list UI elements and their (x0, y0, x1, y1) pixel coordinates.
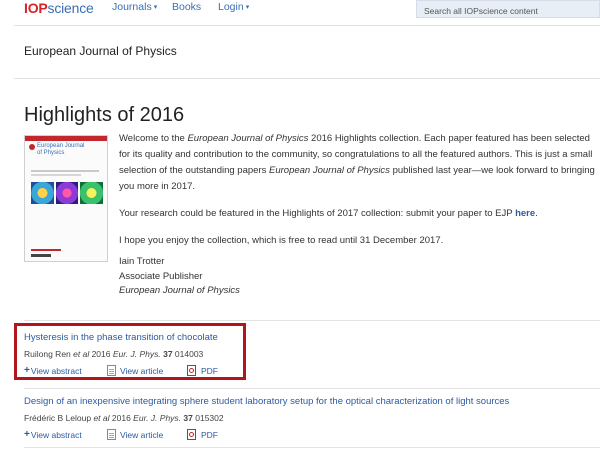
signature: Iain Trotter Associate Publisher Europea… (119, 255, 240, 299)
cover-artwork (31, 182, 104, 204)
intro-text: Welcome to the European Journal of Physi… (119, 131, 595, 260)
chevron-down-icon: ▾ (153, 4, 158, 11)
nav-journals[interactable]: Journals ▾ (112, 1, 157, 13)
search-box (416, 0, 600, 19)
articles-divider (24, 320, 600, 321)
nav-journals-label: Journals (112, 1, 152, 13)
cover-art-2 (55, 182, 79, 204)
cover-title-line2: of Physics (37, 149, 65, 156)
nav-login[interactable]: Login ▾ (218, 1, 249, 13)
view-abstract-link[interactable]: + View abstract (24, 429, 82, 440)
article-divider (24, 388, 600, 389)
signature-journal: European Journal of Physics (119, 285, 240, 296)
pdf-icon (187, 429, 197, 440)
highlight-annotation-box (14, 323, 246, 380)
nav-books-label: Books (172, 1, 202, 13)
cover-meta-line-2 (31, 174, 81, 176)
cover-title: European Journal of Physics (37, 143, 84, 156)
signature-role: Associate Publisher (119, 270, 203, 282)
document-icon (107, 429, 116, 440)
article-journal: Eur. J. Phys. (133, 413, 182, 423)
pdf-label: PDF (201, 429, 218, 440)
intro-paragraph-2: Your research could be featured in the H… (119, 206, 595, 222)
plus-icon: + (24, 429, 30, 440)
article-links: + View abstract View article PDF (24, 429, 584, 443)
logo-iop-text: IOP (24, 0, 48, 16)
article-authors: Frédéric B Leloup (24, 413, 94, 423)
article-year: 2016 (109, 413, 134, 423)
page-title: Highlights of 2016 (24, 104, 185, 126)
pdf-link[interactable]: PDF (187, 429, 218, 440)
search-input[interactable] (417, 3, 599, 19)
intro-p1-journal: European Journal of Physics (187, 133, 309, 144)
article-title-link[interactable]: Design of an inexpensive integrating sph… (24, 396, 584, 407)
intro-p1-text-a: Welcome to the (119, 133, 188, 144)
section-divider (14, 78, 600, 79)
cover-meta-line (31, 170, 99, 172)
chevron-down-icon: ▾ (245, 4, 250, 11)
header-divider (14, 25, 600, 26)
cover-art-1 (31, 182, 54, 204)
article-volume: 37 (181, 413, 193, 423)
article-etal: et al (93, 413, 110, 423)
intro-p2-text-a: Your research could be featured in the H… (119, 208, 516, 219)
intro-paragraph-1: Welcome to the European Journal of Physi… (119, 131, 595, 195)
view-abstract-label: View abstract (30, 429, 82, 440)
article-citation: Frédéric B Leloup et al 2016 Eur. J. Phy… (24, 413, 584, 423)
signature-name: Iain Trotter (119, 256, 165, 267)
view-article-label: View article (120, 429, 164, 440)
cover-publisher-mark (31, 254, 51, 257)
footer-divider (24, 447, 600, 448)
logo-science-text: science (47, 0, 94, 16)
cover-art-3 (80, 182, 104, 204)
journal-cover-image: European Journal of Physics (24, 135, 108, 262)
cover-footer-line (31, 249, 61, 251)
cover-band (25, 136, 107, 141)
article-item: Design of an inexpensive integrating sph… (24, 396, 584, 443)
journal-title[interactable]: European Journal of Physics (24, 44, 177, 58)
top-navigation: IOPscience Journals ▾ Books Login ▾ (0, 0, 600, 22)
intro-p2-text-b: . (535, 208, 538, 219)
iopscience-logo[interactable]: IOPscience (24, 0, 94, 16)
article-page: 015302 (192, 413, 224, 423)
intro-paragraph-3: I hope you enjoy the collection, which i… (119, 235, 444, 246)
nav-books[interactable]: Books (172, 1, 201, 13)
nav-login-label: Login (218, 1, 244, 13)
cover-logo-icon (29, 144, 35, 150)
cover-title-line1: European Journal (37, 143, 85, 149)
intro-p1-journal-2: European Journal of Physics (269, 165, 390, 176)
view-article-link[interactable]: View article (107, 429, 163, 440)
submit-here-link[interactable]: here (515, 208, 535, 219)
